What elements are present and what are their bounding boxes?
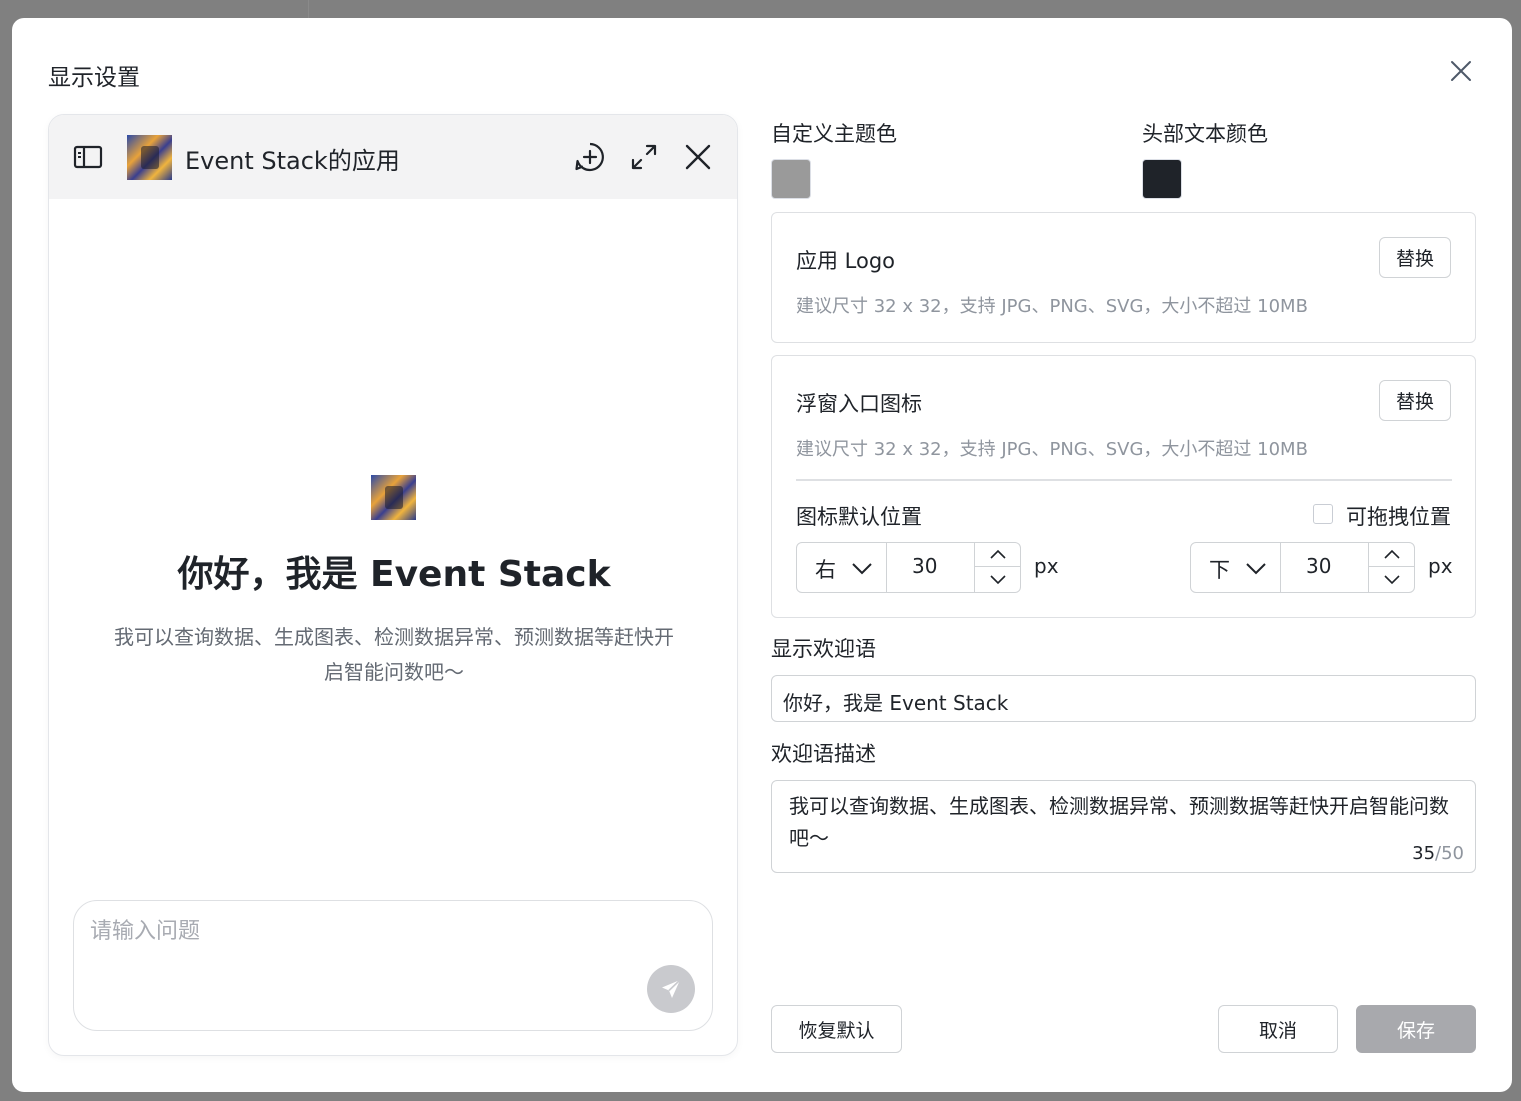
app-logo-replace-button[interactable]: 替换 xyxy=(1379,237,1451,278)
welcome-title: 你好，我是 Event Stack xyxy=(177,554,611,595)
close-icon[interactable] xyxy=(1448,58,1474,84)
char-count: 35 xyxy=(1412,843,1436,864)
chevron-up-icon xyxy=(990,549,1006,559)
float-icon-hint: 建议尺寸 32 x 32，支持 JPG、PNG、SVG，大小不超过 10MB xyxy=(796,439,1308,460)
vertical-decrement-button[interactable] xyxy=(1369,567,1415,591)
app-logo-card: 应用 Logo 建议尺寸 32 x 32，支持 JPG、PNG、SVG，大小不超… xyxy=(771,212,1476,343)
background-divider xyxy=(308,0,309,18)
horizontal-offset-value: 30 xyxy=(912,554,938,578)
icon-position-label: 图标默认位置 xyxy=(796,505,922,529)
welcome-logo-image xyxy=(371,475,416,520)
expand-icon[interactable] xyxy=(628,141,660,173)
theme-color-swatch[interactable] xyxy=(771,159,811,199)
app-logo-title: 应用 Logo xyxy=(796,249,896,273)
welcome-label: 显示欢迎语 xyxy=(771,637,876,661)
theme-color-label: 自定义主题色 xyxy=(771,122,897,146)
send-icon xyxy=(662,979,681,998)
app-logo-image xyxy=(127,135,172,180)
vertical-offset-input[interactable]: 30 xyxy=(1282,543,1368,592)
card-divider xyxy=(796,479,1452,481)
preview-app-title: Event Stack的应用 xyxy=(185,147,400,175)
vertical-increment-button[interactable] xyxy=(1369,543,1415,567)
welcome-input-value: 你好，我是 Event Stack xyxy=(783,691,1009,715)
float-icon-card: 浮窗入口图标 建议尺寸 32 x 32，支持 JPG、PNG、SVG，大小不超过… xyxy=(771,355,1476,618)
horizontal-increment-button[interactable] xyxy=(975,543,1021,567)
chat-preview-panel: Event Stack的应用 你好，我是 Event Stack 我可以查询数据… xyxy=(48,114,738,1056)
app-logo-hint: 建议尺寸 32 x 32，支持 JPG、PNG、SVG，大小不超过 10MB xyxy=(796,296,1308,317)
chevron-down-icon xyxy=(1384,575,1400,585)
chevron-down-icon xyxy=(852,563,872,575)
header-text-color-swatch[interactable] xyxy=(1142,159,1182,199)
question-input[interactable] xyxy=(90,919,630,944)
float-icon-title: 浮窗入口图标 xyxy=(796,392,922,416)
horizontal-decrement-button[interactable] xyxy=(975,567,1021,591)
new-chat-icon[interactable] xyxy=(574,141,606,173)
cancel-button[interactable]: 取消 xyxy=(1218,1005,1338,1053)
float-icon-replace-button[interactable]: 替换 xyxy=(1379,380,1451,421)
preview-close-icon[interactable] xyxy=(682,141,714,173)
chevron-up-icon xyxy=(1384,549,1400,559)
header-text-color-label: 头部文本颜色 xyxy=(1142,122,1268,146)
draggable-label: 可拖拽位置 xyxy=(1346,505,1451,529)
horizontal-position-group: 右 30 xyxy=(796,542,1021,593)
dialog-title: 显示设置 xyxy=(48,65,140,91)
welcome-desc-textarea[interactable]: 我可以查询数据、生成图表、检测数据异常、预测数据等赶快开启智能问数吧～ 35/5… xyxy=(771,780,1476,873)
save-button[interactable]: 保存 xyxy=(1356,1005,1476,1053)
reset-default-button[interactable]: 恢复默认 xyxy=(771,1005,902,1053)
welcome-desc-value: 我可以查询数据、生成图表、检测数据异常、预测数据等赶快开启智能问数吧～ xyxy=(789,794,1449,850)
vertical-side-select[interactable]: 下 xyxy=(1191,543,1281,592)
char-max: /50 xyxy=(1435,843,1464,864)
vertical-position-group: 下 30 xyxy=(1190,542,1415,593)
display-settings-dialog: 显示设置 Event Stack的应用 你好，我是 Event Stack 我可… xyxy=(12,18,1512,1092)
horizontal-side-value: 右 xyxy=(815,558,836,582)
horizontal-stepper xyxy=(974,543,1021,592)
chevron-down-icon xyxy=(1246,563,1266,575)
vertical-offset-value: 30 xyxy=(1306,554,1332,578)
welcome-input[interactable]: 你好，我是 Event Stack xyxy=(771,675,1476,722)
chevron-down-icon xyxy=(990,575,1006,585)
welcome-desc-label: 欢迎语描述 xyxy=(771,742,876,766)
horizontal-side-select[interactable]: 右 xyxy=(797,543,887,592)
send-button[interactable] xyxy=(647,965,695,1013)
preview-header: Event Stack的应用 xyxy=(49,115,737,199)
horizontal-unit: px xyxy=(1034,554,1059,578)
vertical-unit: px xyxy=(1428,554,1453,578)
vertical-stepper xyxy=(1368,543,1415,592)
welcome-description: 我可以查询数据、生成图表、检测数据异常、预测数据等赶快开启智能问数吧～ xyxy=(114,625,674,684)
horizontal-offset-input[interactable]: 30 xyxy=(888,543,974,592)
char-counter: 35/50 xyxy=(1412,843,1464,864)
vertical-side-value: 下 xyxy=(1209,558,1230,582)
draggable-checkbox[interactable] xyxy=(1313,504,1333,524)
question-input-box[interactable] xyxy=(73,900,713,1031)
sidebar-toggle-icon[interactable] xyxy=(73,144,103,170)
